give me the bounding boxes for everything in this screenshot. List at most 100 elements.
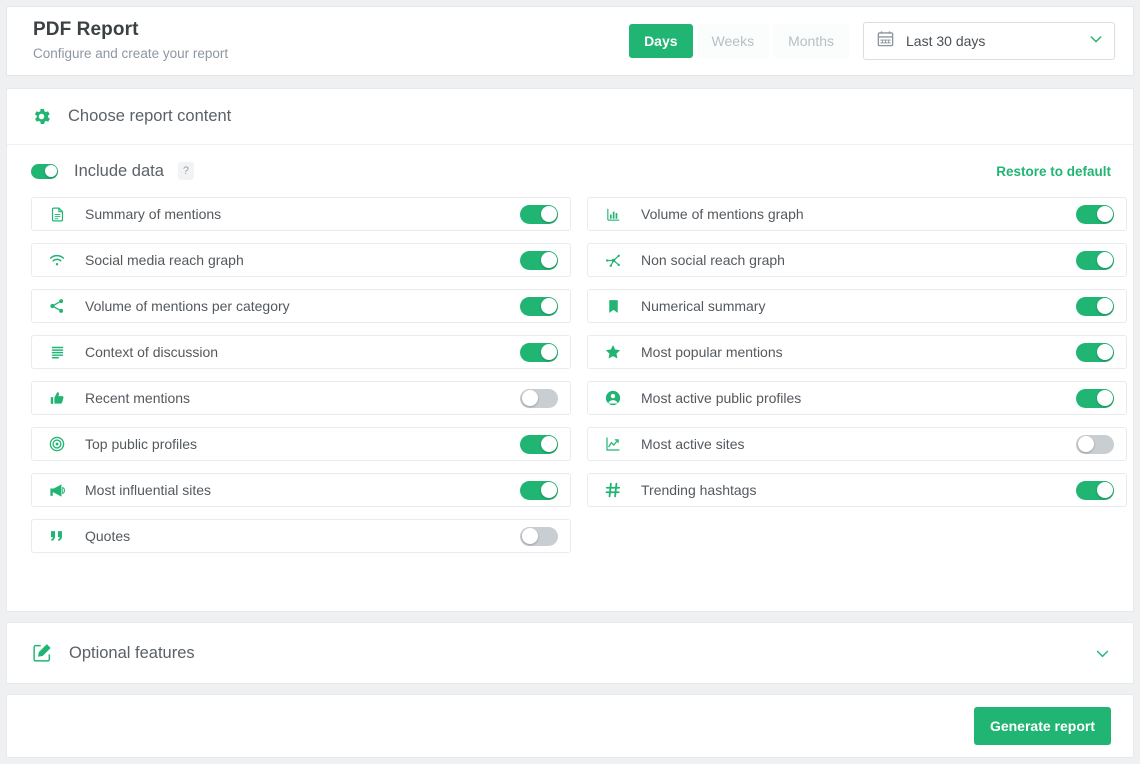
toggle-knob [541, 436, 557, 452]
range-button-weeks[interactable]: Weeks [697, 24, 770, 58]
toggle-knob [541, 344, 557, 360]
toggle-knob [1097, 482, 1113, 498]
chevron-down-icon[interactable] [1094, 645, 1111, 662]
option-row-social-media-reach-graph[interactable]: Social media reach graph [31, 243, 571, 277]
include-data-label: Include data [74, 162, 164, 181]
option-toggle-recent-mentions[interactable] [520, 389, 558, 408]
bookmark-icon [602, 298, 624, 315]
header-title-block: PDF Report Configure and create your rep… [33, 18, 228, 64]
option-row-most-active-public-profiles[interactable]: Most active public profiles [587, 381, 1127, 415]
optional-features-title: Optional features [69, 644, 1094, 663]
footer-bar: Generate report [6, 694, 1134, 758]
option-label: Numerical summary [641, 298, 1076, 314]
option-toggle-quotes[interactable] [520, 527, 558, 546]
option-label: Volume of mentions per category [85, 298, 520, 314]
option-label: Trending hashtags [641, 482, 1076, 498]
range-button-months[interactable]: Months [773, 24, 849, 58]
option-toggle-most-popular-mentions[interactable] [1076, 343, 1114, 362]
thumbs-up-icon [46, 390, 68, 407]
gear-icon [31, 106, 52, 127]
option-label: Summary of mentions [85, 206, 520, 222]
option-label: Most active sites [641, 436, 1076, 452]
toggle-knob [1097, 252, 1113, 268]
toggle-knob [541, 298, 557, 314]
option-toggle-volume-of-mentions-graph[interactable] [1076, 205, 1114, 224]
option-row-trending-hashtags[interactable]: Trending hashtags [587, 473, 1127, 507]
option-toggle-top-public-profiles[interactable] [520, 435, 558, 454]
chevron-down-icon[interactable] [1088, 31, 1104, 52]
range-toggle-group: Days Weeks Months [629, 24, 853, 58]
option-row-most-popular-mentions[interactable]: Most popular mentions [587, 335, 1127, 369]
option-row-numerical-summary[interactable]: Numerical summary [587, 289, 1127, 323]
hashtag-icon [602, 481, 624, 499]
option-toggle-summary-of-mentions[interactable] [520, 205, 558, 224]
pdf-report-page: PDF Report Configure and create your rep… [0, 0, 1140, 764]
option-toggle-most-active-sites[interactable] [1076, 435, 1114, 454]
user-circle-icon [602, 389, 624, 407]
document-icon [46, 206, 68, 223]
toggle-knob [1097, 390, 1113, 406]
option-row-non-social-reach-graph[interactable]: Non social reach graph [587, 243, 1127, 277]
toggle-knob [541, 252, 557, 268]
network-graph-icon [602, 251, 624, 270]
option-row-summary-of-mentions[interactable]: Summary of mentions [31, 197, 571, 231]
option-toggle-non-social-reach-graph[interactable] [1076, 251, 1114, 270]
option-label: Volume of mentions graph [641, 206, 1076, 222]
option-toggle-most-active-public-profiles[interactable] [1076, 389, 1114, 408]
toggle-knob [541, 206, 557, 222]
option-row-volume-of-mentions-per-category[interactable]: Volume of mentions per category [31, 289, 571, 323]
header-controls: Days Weeks Months [629, 22, 1115, 60]
include-data-toggle[interactable] [31, 164, 58, 179]
toggle-knob [1097, 344, 1113, 360]
option-row-most-influential-sites[interactable]: Most influential sites [31, 473, 571, 507]
option-label: Top public profiles [85, 436, 520, 452]
option-row-context-of-discussion[interactable]: Context of discussion [31, 335, 571, 369]
report-options-grid: Summary of mentions Volume of mentions g… [7, 197, 1133, 553]
option-row-volume-of-mentions-graph[interactable]: Volume of mentions graph [587, 197, 1127, 231]
include-data-left: Include data ? [31, 162, 194, 181]
option-label: Most influential sites [85, 482, 520, 498]
option-label: Non social reach graph [641, 252, 1076, 268]
option-toggle-numerical-summary[interactable] [1076, 297, 1114, 316]
megaphone-icon [46, 481, 68, 500]
toggle-knob [522, 390, 538, 406]
report-content-card: Choose report content Include data ? Res… [6, 88, 1134, 612]
range-button-days[interactable]: Days [629, 24, 692, 58]
option-row-most-active-sites[interactable]: Most active sites [587, 427, 1127, 461]
line-chart-icon [602, 435, 624, 453]
help-icon[interactable]: ? [178, 162, 194, 180]
date-range-value: Last 30 days [906, 33, 1088, 49]
option-label: Social media reach graph [85, 252, 520, 268]
share-icon [46, 297, 68, 315]
option-toggle-social-media-reach-graph[interactable] [520, 251, 558, 270]
restore-to-default-link[interactable]: Restore to default [996, 164, 1111, 179]
toggle-knob [1078, 436, 1094, 452]
option-row-top-public-profiles[interactable]: Top public profiles [31, 427, 571, 461]
option-row-quotes[interactable]: Quotes [31, 519, 571, 553]
option-toggle-context-of-discussion[interactable] [520, 343, 558, 362]
option-label: Most popular mentions [641, 344, 1076, 360]
toggle-knob [45, 165, 57, 177]
toggle-knob [1097, 298, 1113, 314]
date-range-picker[interactable]: Last 30 days [863, 22, 1115, 60]
edit-icon [31, 642, 53, 664]
report-content-header: Choose report content [7, 89, 1133, 145]
wifi-icon [46, 251, 68, 269]
page-header: PDF Report Configure and create your rep… [6, 6, 1134, 76]
option-row-recent-mentions[interactable]: Recent mentions [31, 381, 571, 415]
toggle-knob [522, 528, 538, 544]
page-title: PDF Report [33, 18, 228, 42]
toggle-knob [1097, 206, 1113, 222]
toggle-knob [541, 482, 557, 498]
include-data-bar: Include data ? Restore to default [7, 145, 1133, 197]
option-toggle-volume-of-mentions-per-category[interactable] [520, 297, 558, 316]
quote-icon [46, 527, 68, 545]
option-label: Context of discussion [85, 344, 520, 360]
star-icon [602, 343, 624, 361]
optional-features-section[interactable]: Optional features [6, 622, 1134, 684]
option-toggle-trending-hashtags[interactable] [1076, 481, 1114, 500]
target-icon [46, 435, 68, 453]
generate-report-button[interactable]: Generate report [974, 707, 1111, 745]
option-toggle-most-influential-sites[interactable] [520, 481, 558, 500]
option-label: Recent mentions [85, 390, 520, 406]
